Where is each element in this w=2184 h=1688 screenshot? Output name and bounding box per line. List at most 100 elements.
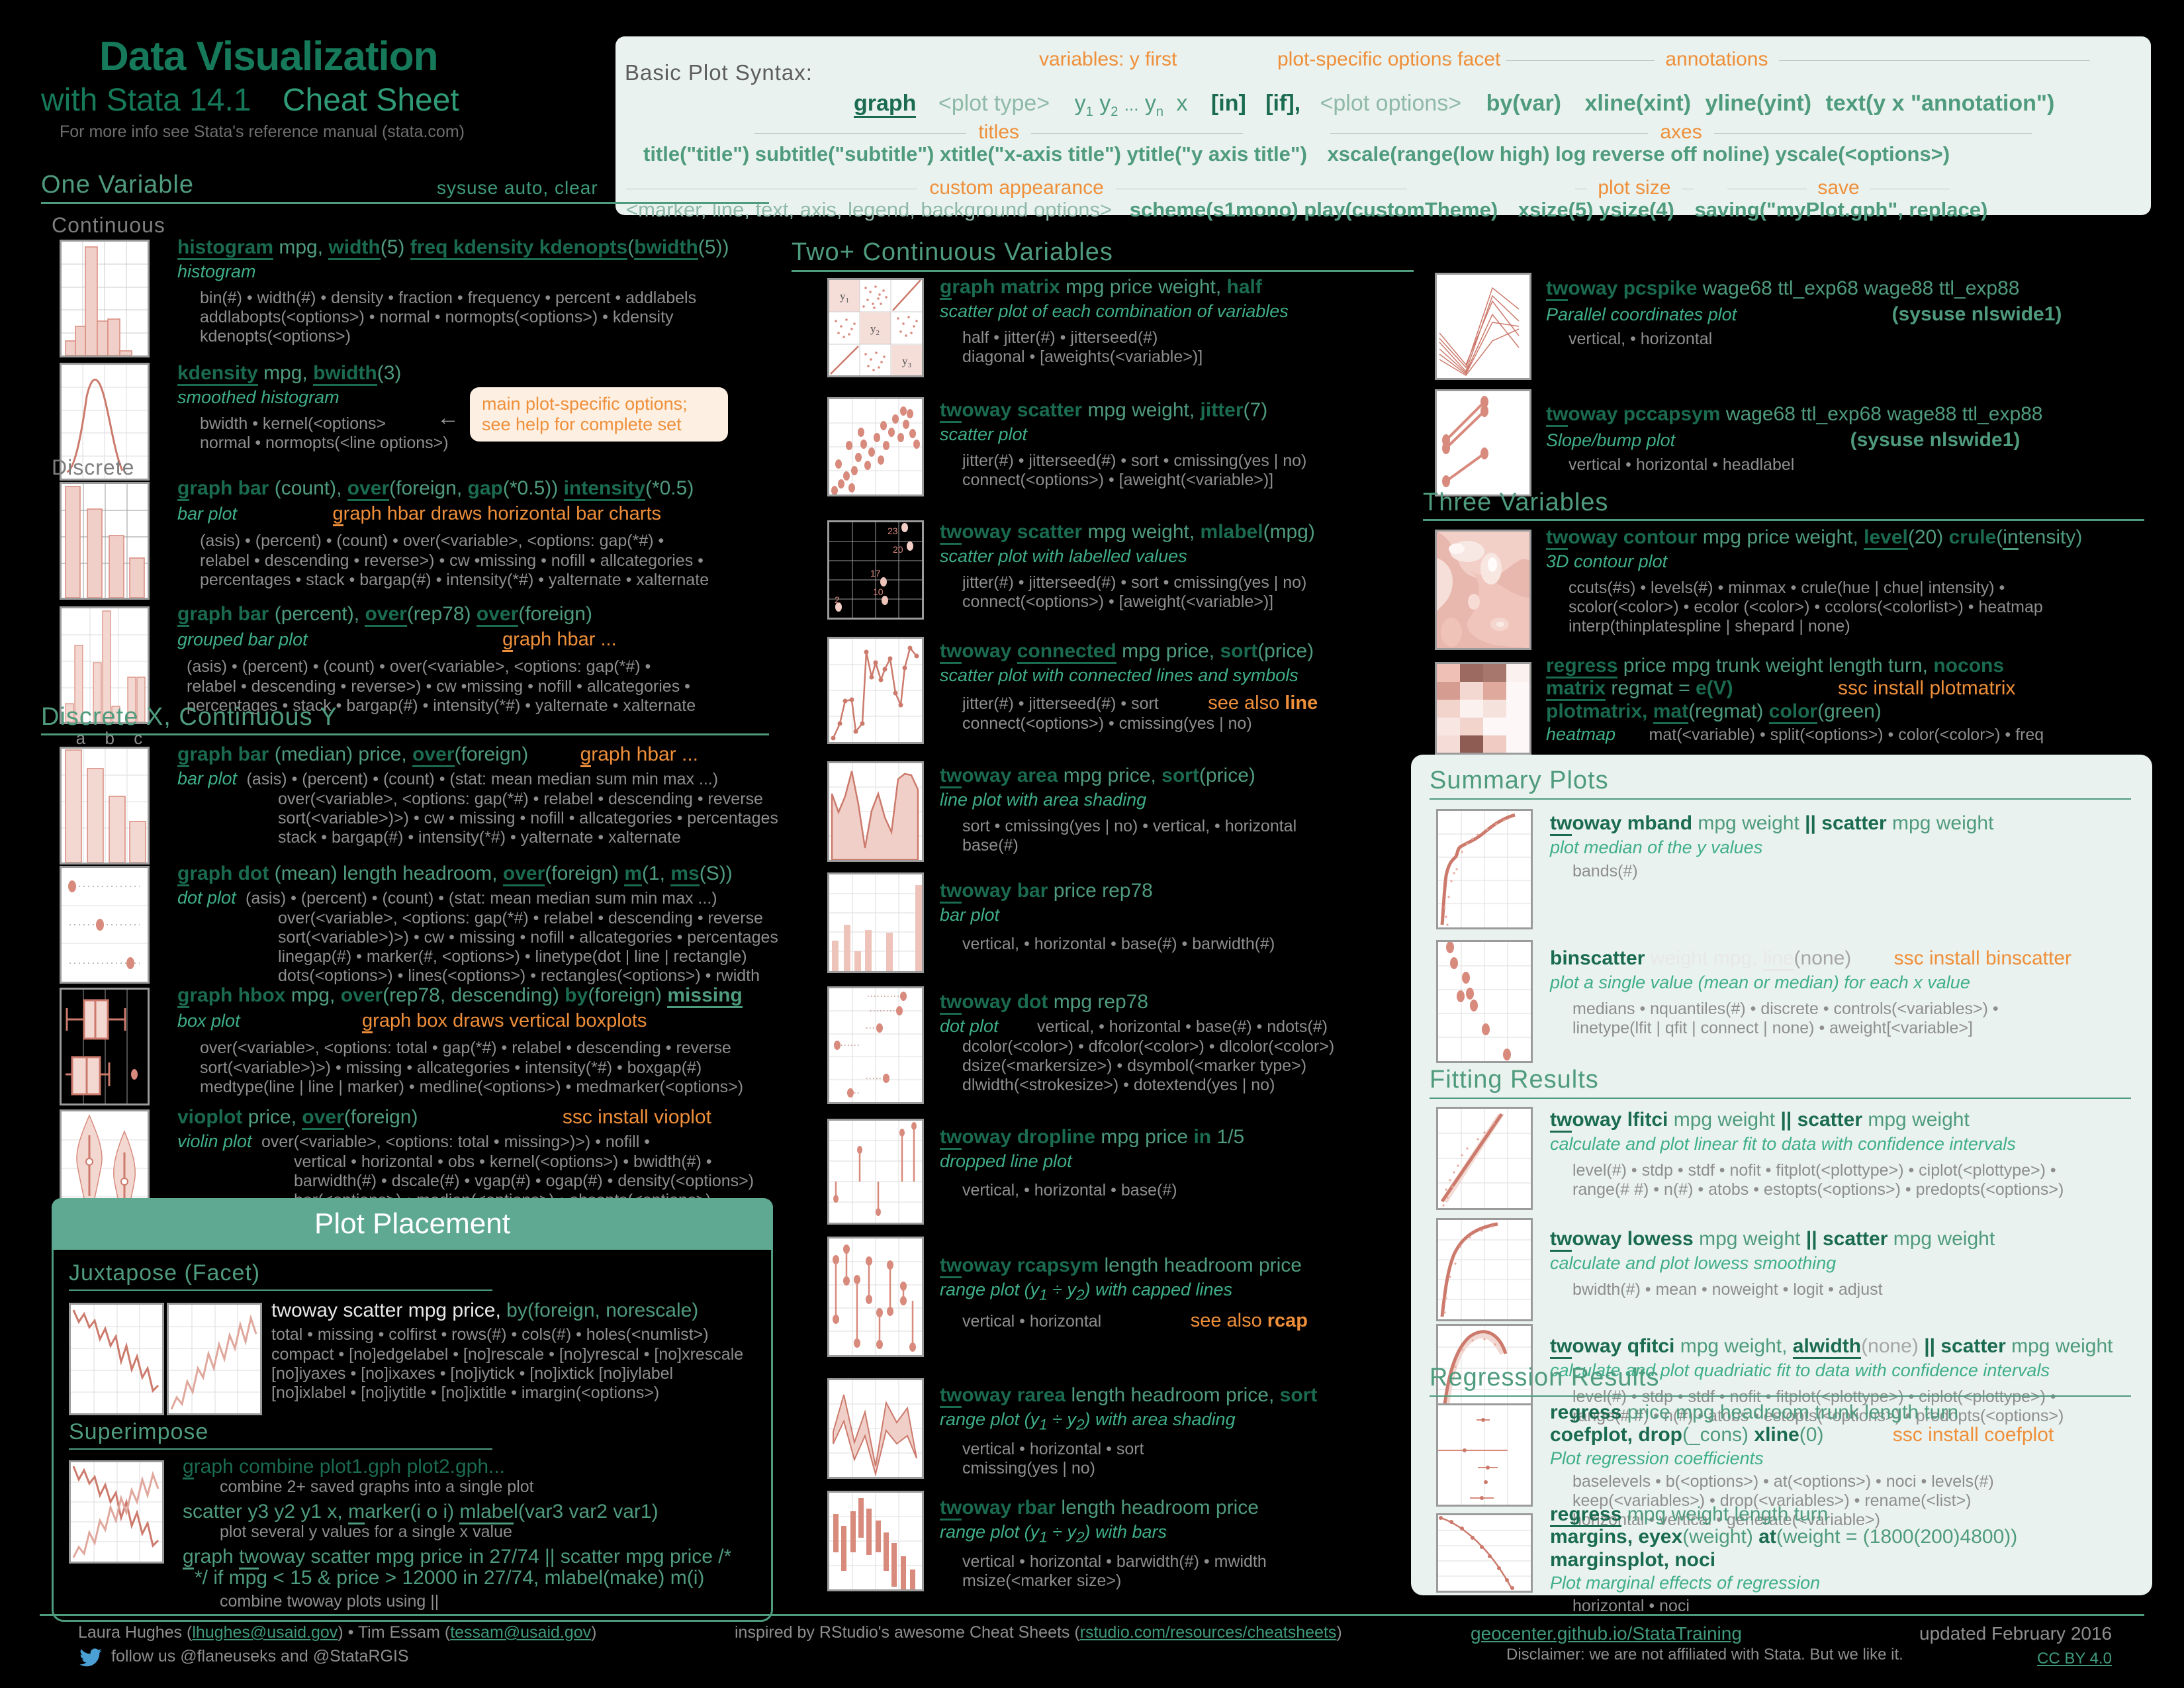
syntax-tag-axes: axes	[1330, 121, 2032, 144]
twoway-rcapsym-command: twoway rcapsym length headroom price	[940, 1254, 1308, 1278]
syntax-custom-line: <marker, line, text, axis, legend, backg…	[626, 198, 1988, 221]
footer-site-link[interactable]: geocenter.github.io/StataTraining	[1471, 1623, 1742, 1644]
marginsplot-command-1: regress mpg weight length turn	[1550, 1503, 2017, 1527]
twoway-pccapsym-thumbnail	[1435, 389, 1531, 496]
twoway-dot-options-2: dcolor(<color>) • dfcolor(<color>) • dlc…	[962, 1037, 1335, 1056]
entry-combine: graph combine plot1.gph plot2.gph... com…	[183, 1456, 534, 1497]
callout-plot-options: main plot-specific options; see help for…	[470, 387, 728, 442]
graph-dot-options-3: sort(<variable>)>) • cw • missing • nofi…	[278, 927, 778, 947]
twoway-rarea-options-2: cmissing(yes | no)	[962, 1459, 1095, 1478]
histogram-options-1: bin(#) • width(#) • density • fraction •…	[200, 288, 697, 307]
twoway-rbar-thumbnail	[827, 1491, 924, 1591]
twoway-rarea-command: twoway rarea length headroom price, sort	[940, 1384, 1317, 1408]
graph-bar-count-options-3: percentages • stack • bargap(#) • intens…	[200, 570, 709, 589]
syntax-tag-custom: custom appearance	[626, 177, 1408, 199]
vioplot-row: violin plot over(<variable>, <options: t…	[177, 1132, 754, 1152]
twoway-combine-command-2: */ if mpg < 15 & price > 12000 in 27/74,…	[195, 1567, 705, 1589]
histogram-desc: histogram	[177, 261, 256, 282]
twoway-dot-thumbnail	[827, 986, 924, 1104]
syntax-graph-keyword: graph	[854, 91, 917, 118]
callout-line-1: main plot-specific options;	[482, 394, 688, 414]
twoway-bar-thumbnail	[827, 872, 924, 973]
footer-authors: Laura Hughes (lhughes@usaid.gov) • Tim E…	[78, 1623, 597, 1642]
syntax-plotsize-line: xsize(5) ysize(4)	[1518, 198, 1674, 221]
twoway-pcspike-options-1: vertical, • horizontal	[1569, 330, 1713, 349]
entry-scatter-multi: scatter y3 y2 y1 x, marker(i o i) mlabel…	[183, 1501, 659, 1542]
twoway-bar-desc: bar plot	[940, 905, 1000, 925]
kdensity-command: kdensity mpg, bwidth(3)	[177, 362, 449, 386]
entry-twoway-rcapsym: twoway rcapsym length headroom price ran…	[940, 1254, 1308, 1332]
vioplot-options-3: barwidth(#) • dscale(#) • vgap(#) • ogap…	[294, 1171, 754, 1190]
twoway-pccapsym-desc: Slope/bump plot	[1546, 430, 1676, 451]
scatter-multi-command: scatter y3 y2 y1 x, marker(i o i) mlabel…	[183, 1501, 659, 1524]
twitter-icon[interactable]	[79, 1648, 102, 1667]
syntax-in: [in]	[1210, 91, 1246, 116]
marginsplot-desc: Plot marginal effects of regression	[1550, 1573, 1821, 1593]
graph-bar-count-options-1: (asis) • (percent) • (count) • over(<var…	[200, 532, 664, 551]
twoway-scatter-mlabel-command: twoway scatter mpg weight, mlabel(mpg)	[940, 521, 1315, 545]
svg-text:17: 17	[870, 568, 881, 579]
histogram-command: histogram mpg, width(5) freq kdensity kd…	[177, 236, 729, 260]
graph-bar-count-row: bar plot graph hbar draws horizontal bar…	[177, 503, 709, 527]
basic-plot-syntax-box: Basic Plot Syntax: variables: y first pl…	[615, 36, 2151, 221]
twoway-dropline-desc: dropped line plot	[940, 1151, 1072, 1172]
section-summary-plots: Summary Plots	[1430, 767, 1609, 794]
graph-bar-median-row: bar plot (asis) • (percent) • (count) • …	[177, 769, 778, 789]
twoway-lfitci-desc: calculate and plot linear fit to data wi…	[1550, 1134, 2016, 1154]
entry-twoway-scatter: twoway scatter mpg weight, jitter(7) sca…	[940, 399, 1306, 490]
plotmatrix-command-3: plotmatrix, mat(regmat) color(green)	[1546, 700, 2044, 724]
marginsplot-thumbnail	[1436, 1513, 1533, 1593]
twoway-scatter-options-2: connect(<options>) • [aweight(<variable>…	[962, 470, 1274, 489]
footer-inspired: inspired by RStudio's awesome Cheat Shee…	[735, 1623, 1342, 1642]
graph-matrix-thumbnail: y1 y2 y3	[827, 278, 924, 377]
twoway-pccapsym-row: Slope/bump plot (sysuse nlswide1)	[1546, 429, 2043, 451]
twoway-area-desc: line plot with area shading	[940, 790, 1147, 810]
footer-license[interactable]: CC BY 4.0	[2037, 1650, 2112, 1668]
marginsplot-command-2: margins, eyex(weight) at(weight = (1800(…	[1550, 1526, 2018, 1548]
twoway-rbar-options-1: vertical • horizontal • barwidth(#) • mw…	[962, 1552, 1267, 1571]
page-title: Data Visualization	[99, 34, 438, 79]
binscatter-options-1: medians • nquantiles(#) • discrete • con…	[1572, 999, 1999, 1018]
graph-hbox-desc: box plot	[177, 1011, 240, 1031]
entry-twoway-contour: twoway contour mpg price weight, level(2…	[1546, 526, 2082, 636]
subtitle-right: Cheat Sheet	[282, 83, 459, 118]
twoway-scatter-command: twoway scatter mpg weight, jitter(7)	[940, 399, 1306, 423]
superimpose-thumbnail	[69, 1460, 164, 1564]
twoway-dot-options-4: dlwidth(<strokesize>) • dotextend(yes | …	[962, 1076, 1275, 1095]
graph-hbox-thumbnail	[60, 988, 150, 1105]
syntax-axes-line: xscale(range(low high) log reverse off n…	[1327, 142, 1950, 165]
graph-bar-median-options-4: stack • bargap(#) • intensity(*#) • yalt…	[278, 828, 681, 847]
binscatter-desc: plot a single value (mean or median) for…	[1550, 972, 1970, 993]
graph-dot-options-2: over(<variable>, <options: gap(*#) • rel…	[278, 908, 763, 927]
entry-binscatter: binscatter weight mpg, line(none) ssc in…	[1550, 947, 2071, 1038]
svg-text:10: 10	[873, 586, 884, 597]
plotmatrix-options-1: mat(<variable) • split(<options>) • colo…	[1649, 726, 2044, 745]
syntax-x: x	[1176, 91, 1188, 116]
entry-twoway-area: twoway area mpg price, sort(price) line …	[940, 765, 1297, 855]
twoway-rcapsym-desc: range plot (y1 ÷ y2) with capped lines	[940, 1280, 1233, 1303]
graph-bar-median-thumbnail	[60, 747, 150, 865]
entry-twoway-pccapsym: twoway pccapsym wage68 ttl_exp68 wage88 …	[1546, 403, 2043, 475]
twoway-pcspike-note: (sysuse nlswide1)	[1891, 303, 2062, 326]
section-two-plus-continuous: Two+ Continuous Variables	[792, 238, 1113, 266]
syntax-tag-facet: facet	[1443, 48, 1516, 71]
graph-matrix-options-1: half • jitter(#) • jitterseed(#)	[962, 328, 1158, 347]
entry-histogram: histogram mpg, width(5) freq kdensity kd…	[177, 236, 729, 346]
graph-bar-count-command: graph bar (count), over(foreign, gap(*0.…	[177, 477, 709, 501]
facet-options-2: compact • [no]edgelabel • [no]rescale • …	[271, 1344, 744, 1364]
graph-bar-median-options-3: sort(<variable>)>) • cw • missing • nofi…	[278, 808, 778, 827]
syntax-text: text(y x "annotation")	[1825, 91, 2055, 116]
coefplot-thumbnail	[1436, 1403, 1533, 1507]
entry-twoway-bar: twoway bar price rep78 bar plot vertical…	[940, 880, 1275, 954]
marginsplot-command-3: marginsplot, noci	[1550, 1548, 1716, 1571]
graph-bar-median-options-1: (asis) • (percent) • (count) • (stat: me…	[246, 770, 719, 789]
kdensity-options-1: bwidth • kernel(<options>	[200, 414, 387, 433]
graph-bar-percent-note: graph hbar ...	[502, 629, 617, 653]
facet-thumbnail-left	[69, 1303, 164, 1415]
twoway-combine-desc: combine twoway plots using ||	[220, 1591, 439, 1611]
twoway-dot-row: dot plot vertical, • horizontal • base(#…	[940, 1017, 1334, 1037]
facet-command: twoway scatter mpg price, by(foreign, no…	[271, 1299, 699, 1321]
twoway-mband-thumbnail	[1436, 809, 1533, 929]
syntax-command-line: graph <plot type> y1 y2 ... yn x [in] [i…	[854, 91, 2055, 119]
twoway-scatter-mlabel-desc: scatter plot with labelled values	[940, 546, 1187, 567]
